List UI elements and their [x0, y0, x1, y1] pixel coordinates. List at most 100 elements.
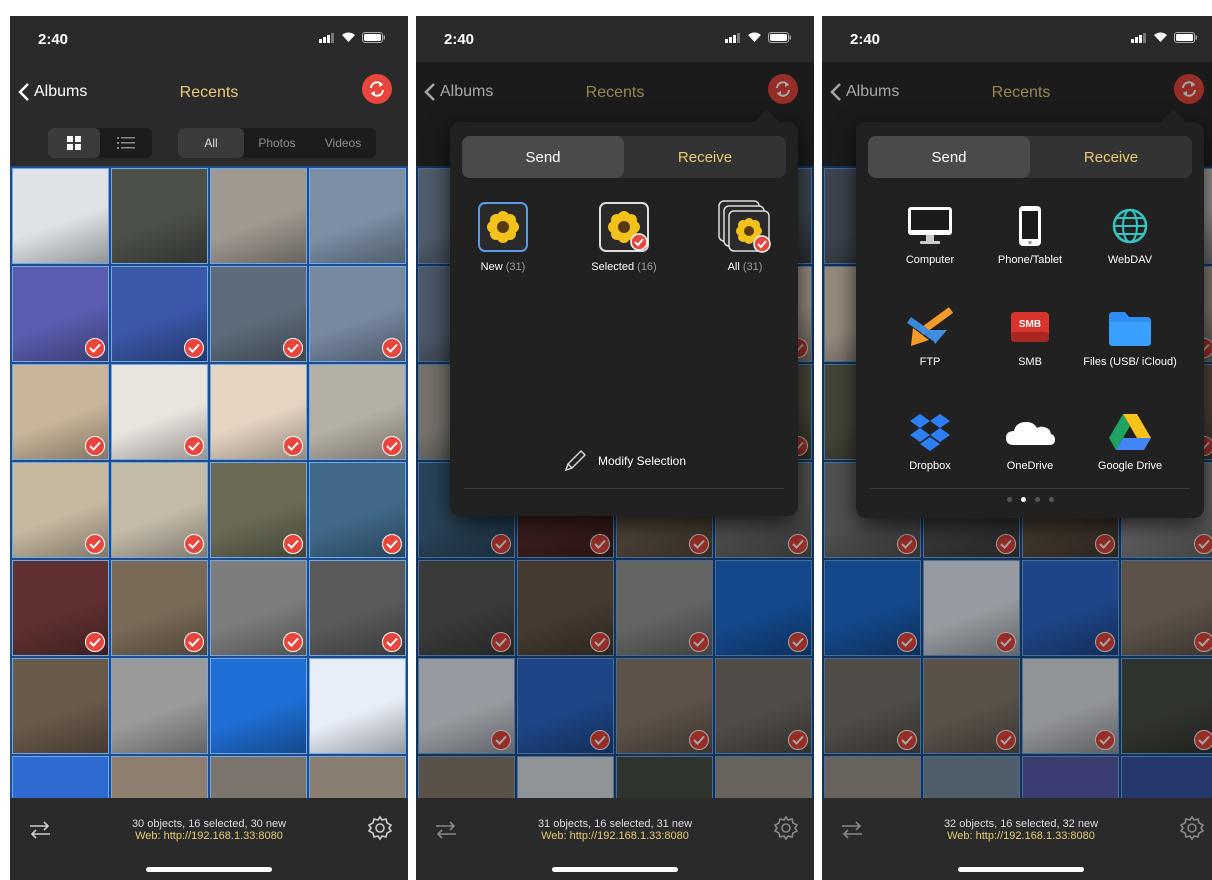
filter-all[interactable]: All	[178, 128, 244, 158]
media-type-filter: All Photos Videos	[178, 128, 376, 158]
list-view-button[interactable]	[100, 128, 152, 158]
bottom-toolbar: 30 objects, 16 selected, 30 new Web: htt…	[10, 798, 408, 880]
selected-check-icon	[184, 338, 204, 358]
phone-tablet-icon	[1019, 206, 1041, 246]
photo-thumbnail[interactable]	[210, 658, 307, 754]
popover-divider	[464, 488, 784, 489]
status-icons	[725, 32, 792, 43]
settings-button[interactable]	[366, 814, 394, 847]
gear-icon	[1179, 815, 1205, 841]
tab-receive[interactable]: Receive	[624, 136, 786, 178]
tab-send[interactable]: Send	[462, 136, 624, 178]
status-time: 2:40	[38, 31, 69, 48]
photo-thumbnail[interactable]	[210, 168, 307, 264]
flower-photo-stack-icon	[718, 200, 771, 253]
destination-smb[interactable]: SMB SMB	[980, 306, 1080, 369]
filter-videos[interactable]: Videos	[310, 128, 376, 158]
destination-computer[interactable]: Computer	[880, 204, 980, 267]
selected-check-icon	[85, 534, 105, 554]
back-label: Albums	[34, 83, 88, 100]
photo-thumbnail[interactable]	[12, 658, 109, 754]
photo-thumbnail[interactable]	[111, 658, 208, 754]
page-indicator[interactable]	[856, 497, 1204, 502]
destination-label: Computer	[905, 254, 955, 266]
ftp-arrows-icon	[907, 307, 953, 346]
signal-icon	[1131, 32, 1146, 43]
photo-thumbnail[interactable]	[12, 560, 109, 656]
list-icon	[117, 137, 135, 149]
settings-button[interactable]	[1178, 814, 1206, 847]
selected-check-icon	[382, 632, 402, 652]
photo-thumbnail[interactable]	[111, 266, 208, 362]
photo-thumbnail[interactable]	[12, 462, 109, 558]
gear-icon	[773, 815, 799, 841]
photo-thumbnail[interactable]	[309, 266, 406, 362]
send-selected-option[interactable]: Selected (16)	[579, 200, 669, 273]
status-bar: 2:40	[10, 16, 408, 62]
photo-thumbnail[interactable]	[12, 266, 109, 362]
selected-check-icon	[184, 632, 204, 652]
grid-view-button[interactable]	[48, 128, 100, 158]
send-receive-toggle: Send Receive	[462, 136, 786, 178]
selected-check-icon	[283, 338, 303, 358]
filter-bar: All Photos Videos	[10, 124, 408, 166]
photo-thumbnail[interactable]	[111, 364, 208, 460]
modify-selection-button[interactable]: Modify Selection	[450, 448, 798, 474]
destination-label: FTP	[919, 356, 941, 368]
destination-label: SMB	[1018, 356, 1042, 368]
selected-check-icon	[283, 436, 303, 456]
photo-thumbnail[interactable]	[309, 462, 406, 558]
photo-thumbnail[interactable]	[210, 560, 307, 656]
selected-check-icon	[283, 534, 303, 554]
photo-thumbnail[interactable]	[210, 364, 307, 460]
photo-thumbnail[interactable]	[111, 168, 208, 264]
tab-send[interactable]: Send	[868, 136, 1030, 178]
photo-thumbnail[interactable]	[309, 168, 406, 264]
smb-drive-icon: SMB	[1011, 312, 1049, 342]
photo-thumbnail[interactable]	[309, 364, 406, 460]
destination-onedrive[interactable]: OneDrive	[980, 410, 1080, 473]
popover-divider	[870, 488, 1190, 489]
back-button[interactable]: Albums	[18, 82, 87, 102]
photo-thumbnail[interactable]	[309, 560, 406, 656]
filter-photos[interactable]: Photos	[244, 128, 310, 158]
sync-button[interactable]	[362, 74, 392, 104]
destination-files[interactable]: Files (USB/ iCloud)	[1080, 306, 1180, 369]
photo-thumbnail[interactable]	[12, 364, 109, 460]
destination-webdav[interactable]: WebDAV	[1080, 204, 1180, 267]
photo-thumbnail[interactable]	[309, 658, 406, 754]
page-dot[interactable]	[1020, 497, 1026, 502]
settings-button[interactable]	[772, 814, 800, 847]
status-bar: 2:40	[416, 16, 814, 62]
photo-thumbnail[interactable]	[12, 168, 109, 264]
photo-thumbnail[interactable]	[210, 462, 307, 558]
photo-thumbnail[interactable]	[111, 560, 208, 656]
destination-label: Files (USB/ iCloud)	[1083, 356, 1177, 368]
destination-dropbox[interactable]: Dropbox	[880, 410, 980, 473]
destination-ftp[interactable]: FTP	[880, 306, 980, 369]
page-dot[interactable]	[1034, 497, 1040, 502]
page-dot[interactable]	[1048, 497, 1054, 502]
send-new-option[interactable]: New (31)	[458, 200, 548, 273]
home-indicator	[958, 867, 1084, 872]
send-destinations-popover: Send Receive Computer Phone/Tablet WebDA…	[856, 109, 1204, 518]
photo-thumbnail[interactable]	[111, 462, 208, 558]
battery-icon	[768, 32, 791, 43]
folder-icon	[1109, 312, 1151, 346]
destination-phone-tablet[interactable]: Phone/Tablet	[980, 204, 1080, 267]
page-dot[interactable]	[1006, 497, 1012, 502]
flower-photo-selected-icon	[599, 202, 649, 252]
bottom-toolbar: 32 objects, 16 selected, 32 new Web: htt…	[822, 798, 1212, 880]
destination-google-drive[interactable]: Google Drive	[1080, 410, 1180, 473]
send-popover: Send Receive New (31) Selected (16) All …	[450, 109, 798, 516]
google-drive-icon	[1109, 414, 1151, 450]
tab-receive[interactable]: Receive	[1030, 136, 1192, 178]
wifi-icon	[342, 32, 355, 42]
object-count-text: 31 objects, 16 selected, 31 new	[537, 818, 693, 830]
destination-label: Dropbox	[909, 460, 951, 472]
option-label: All	[727, 261, 740, 273]
send-all-option[interactable]: All (31)	[700, 200, 790, 273]
view-toggle	[48, 128, 152, 158]
photo-thumbnail[interactable]	[210, 266, 307, 362]
object-count-text: 30 objects, 16 selected, 30 new	[131, 818, 287, 830]
